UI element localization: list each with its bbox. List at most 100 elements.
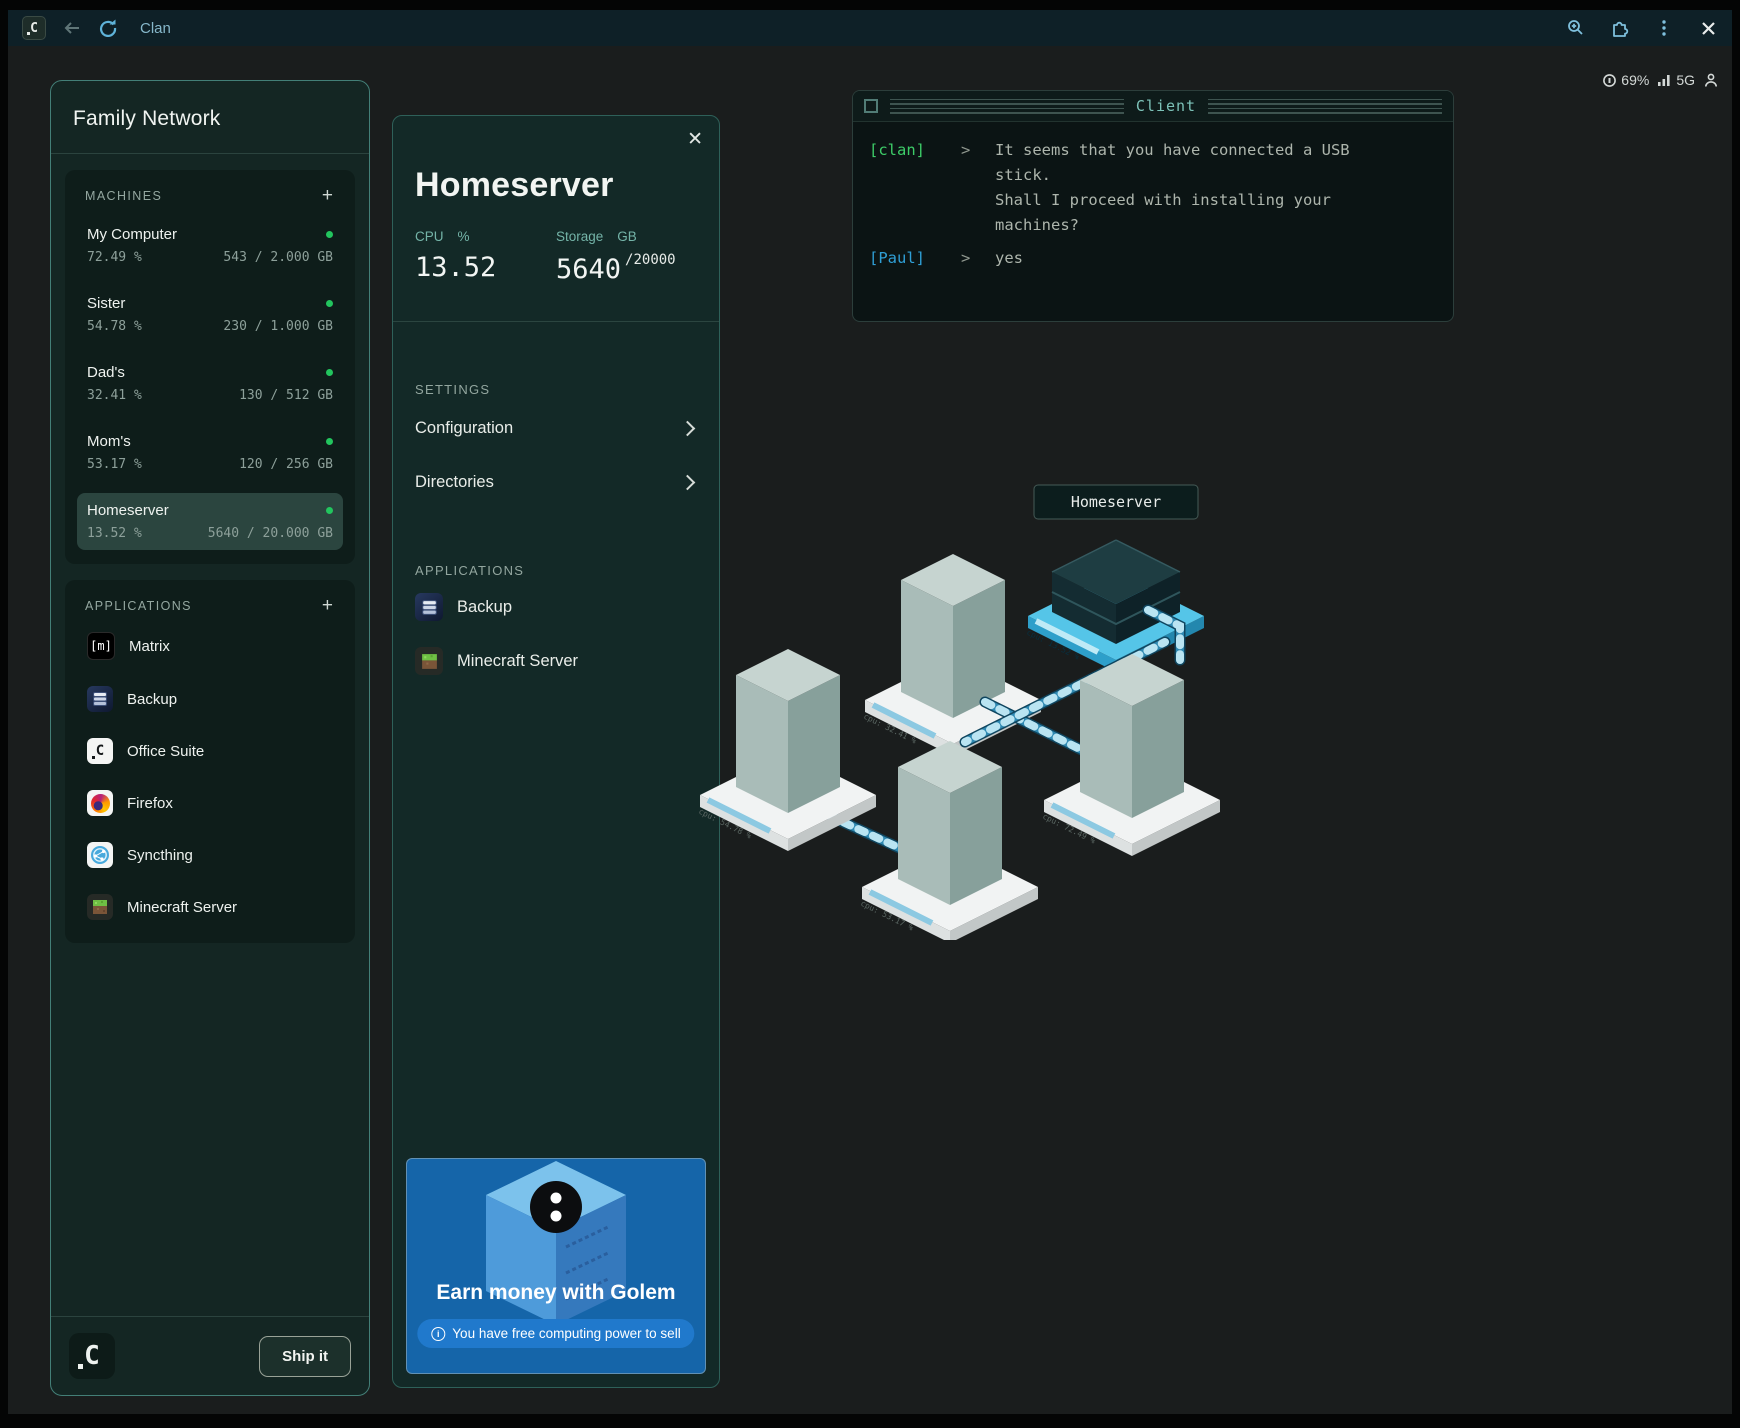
- app-row-backup[interactable]: Backup: [77, 677, 343, 721]
- clan-logo-icon: C: [22, 16, 46, 40]
- matrix-icon: [m]: [87, 632, 115, 660]
- machine-cpu: 32.41 %: [87, 388, 142, 403]
- terminal-title: Client: [1136, 97, 1196, 115]
- syncthing-icon: [87, 842, 113, 868]
- tab-title[interactable]: Clan: [140, 20, 171, 37]
- window-box-icon[interactable]: [864, 99, 878, 113]
- machines-header: MACHINES: [85, 189, 162, 203]
- settings-row-configuration[interactable]: Configuration: [415, 405, 697, 451]
- applications-card: APPLICATIONS + [m] Matrix Backup C Offic…: [65, 580, 355, 943]
- zoom-in-icon[interactable]: [1566, 18, 1586, 38]
- backup-icon: [87, 686, 113, 712]
- online-status-dot: [326, 369, 333, 376]
- machine-name: Sister: [87, 295, 125, 312]
- app-row-firefox[interactable]: Firefox: [77, 781, 343, 825]
- add-machine-button[interactable]: +: [320, 186, 335, 205]
- diagram-node-my-computer[interactable]: cpu: 72.49 %: [1041, 654, 1220, 856]
- machine-storage: 543 / 2.000 GB: [223, 250, 333, 265]
- app-label: Backup: [127, 691, 177, 708]
- family-network-panel: Family Network MACHINES + My Computer 72…: [50, 80, 370, 1396]
- network-diagram[interactable]: cpu: 13.52 % Homeserver cpu: 32.41 %: [640, 470, 1240, 940]
- terminal-body: [clan] > It seems that you have connecte…: [853, 122, 1453, 285]
- user-icon[interactable]: [1704, 73, 1718, 88]
- signal-bars-icon: [1658, 74, 1672, 87]
- machine-name: Homeserver: [87, 502, 169, 519]
- storage-label: Storage: [556, 229, 603, 244]
- node-label-homeserver: Homeserver: [1071, 493, 1161, 511]
- ship-it-button[interactable]: Ship it: [259, 1336, 351, 1377]
- machine-name: Dad's: [87, 364, 125, 381]
- add-application-button[interactable]: +: [320, 596, 335, 615]
- message-text: yes: [995, 246, 1023, 271]
- machine-row-sister[interactable]: Sister 54.78 % 230 / 1.000 GB: [77, 286, 343, 343]
- app-row-office-suite[interactable]: C Office Suite: [77, 729, 343, 773]
- terminal-message: [Paul] > yes: [869, 246, 1437, 271]
- battery-icon: [1602, 73, 1617, 88]
- panel-title: Family Network: [73, 107, 347, 131]
- machine-cpu: 13.52 %: [87, 526, 142, 541]
- clan-logo: C: [69, 1333, 115, 1379]
- app-label: Office Suite: [127, 743, 204, 760]
- browser-topbar: C Clan: [8, 10, 1732, 46]
- machines-card: MACHINES + My Computer 72.49 %543 / 2.00…: [65, 170, 355, 564]
- info-icon: i: [431, 1327, 445, 1341]
- titlebar-lines: [1208, 99, 1442, 114]
- chevron-right-icon: [680, 420, 696, 436]
- ad-pill-label: You have free computing power to sell: [452, 1326, 680, 1341]
- speaker-clan: [clan]: [869, 138, 961, 238]
- applications-header: APPLICATIONS: [85, 599, 192, 613]
- office-suite-icon: C: [87, 738, 113, 764]
- extensions-icon[interactable]: [1610, 18, 1630, 38]
- firefox-icon: [87, 790, 113, 816]
- storage-total: /20000: [625, 252, 676, 268]
- app-row-matrix[interactable]: [m] Matrix: [77, 623, 343, 669]
- network-type: 5G: [1676, 72, 1695, 88]
- close-window-icon[interactable]: [1698, 18, 1718, 38]
- terminal-message: [clan] > It seems that you have connecte…: [869, 138, 1437, 238]
- minecraft-icon: [415, 647, 443, 675]
- app-label: Matrix: [129, 638, 170, 655]
- machine-row-my-computer[interactable]: My Computer 72.49 %543 / 2.000 GB: [77, 217, 343, 274]
- terminal-titlebar[interactable]: Client: [853, 91, 1453, 122]
- speaker-paul: [Paul]: [869, 246, 961, 271]
- machine-storage: 5640 / 20.000 GB: [208, 526, 333, 541]
- minecraft-icon: [87, 894, 113, 920]
- backup-icon: [415, 593, 443, 621]
- machine-cpu: 54.78 %: [87, 319, 142, 334]
- machine-name: Mom's: [87, 433, 131, 450]
- app-row-minecraft[interactable]: Minecraft Server: [77, 885, 343, 929]
- machine-storage: 230 / 1.000 GB: [223, 319, 333, 334]
- diagram-node-dads[interactable]: cpu: 32.41 %: [862, 554, 1041, 756]
- app-label: Firefox: [127, 795, 173, 812]
- close-panel-icon[interactable]: ✕: [687, 128, 703, 151]
- refresh-icon[interactable]: [98, 18, 118, 38]
- machine-row-dads[interactable]: Dad's 32.41 % 130 / 512 GB: [77, 355, 343, 412]
- machine-row-moms[interactable]: Mom's 53.17 %120 / 256 GB: [77, 424, 343, 481]
- desktop: C Clan 69%: [0, 0, 1740, 1428]
- detail-header: ✕ Homeserver CPU% 13.52 StorageGB 5640/2…: [393, 116, 719, 322]
- machine-cpu: 72.49 %: [87, 250, 142, 265]
- cpu-value: 13.52: [415, 252, 556, 283]
- ad-title: Earn money with Golem: [407, 1281, 705, 1305]
- golem-ad-card[interactable]: Earn money with Golem i You have free co…: [406, 1158, 706, 1374]
- online-status-dot: [326, 507, 333, 514]
- panel-footer: C Ship it: [51, 1316, 369, 1395]
- app-label: Syncthing: [127, 847, 193, 864]
- detail-title: Homeserver: [415, 166, 697, 205]
- panel-header: Family Network: [51, 81, 369, 154]
- machine-storage: 120 / 256 GB: [239, 457, 333, 472]
- system-status: 69% 5G: [1568, 72, 1718, 88]
- app-window: C Clan 69%: [8, 10, 1732, 1414]
- machine-row-homeserver[interactable]: Homeserver 13.52 % 5640 / 20.000 GB: [77, 493, 343, 550]
- battery-level: 69%: [1621, 72, 1649, 88]
- client-terminal-window[interactable]: Client [clan] > It seems that you have c…: [852, 90, 1454, 322]
- menu-kebab-icon[interactable]: [1654, 18, 1674, 38]
- online-status-dot: [326, 300, 333, 307]
- ad-pill-button[interactable]: i You have free computing power to sell: [417, 1319, 694, 1348]
- machine-storage: 130 / 512 GB: [239, 388, 333, 403]
- online-status-dot: [326, 231, 333, 238]
- online-status-dot: [326, 438, 333, 445]
- app-row-syncthing[interactable]: Syncthing: [77, 833, 343, 877]
- app-label: Minecraft Server: [127, 899, 237, 916]
- back-icon[interactable]: [62, 18, 82, 38]
